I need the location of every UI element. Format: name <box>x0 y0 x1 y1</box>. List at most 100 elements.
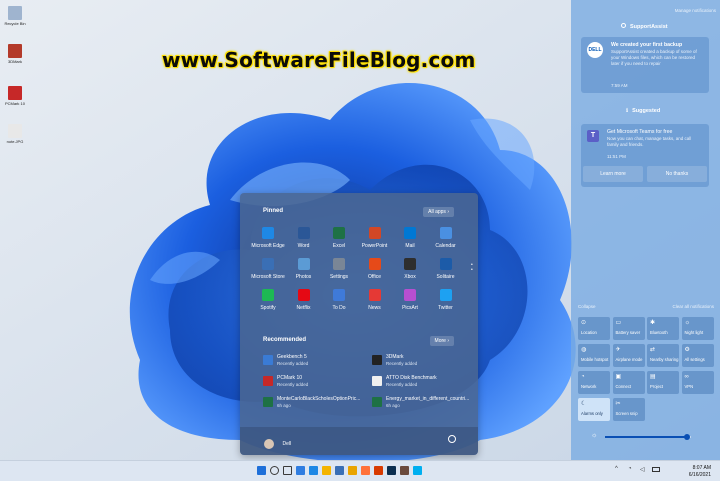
quick-setting-tile[interactable]: ⊙ Location <box>578 317 610 340</box>
clear-all-notifications-link[interactable]: Clear all notifications <box>672 304 714 309</box>
desktop-icon-label: PCMark 10 <box>4 101 25 106</box>
quick-setting-icon: ⇄ <box>650 347 656 353</box>
learn-more-button[interactable]: Learn more <box>583 166 643 182</box>
clock-time[interactable]: 8:07 AM <box>693 465 711 471</box>
recommended-item-name: PCMark 10 <box>277 375 303 381</box>
search-icon[interactable] <box>270 466 279 475</box>
file-icon <box>263 376 273 386</box>
recommended-item[interactable]: MonteCarloBlackScholesOptionPric... 6h ag… <box>263 395 375 411</box>
pinned-app[interactable]: Twitter <box>428 289 464 311</box>
page-dots-icon[interactable]: • • <box>471 263 473 273</box>
task-view-icon[interactable] <box>283 466 292 475</box>
quick-setting-tile[interactable]: ◍ Mobile hotspot <box>578 344 610 367</box>
brightness-slider-thumb[interactable] <box>683 434 690 440</box>
pinned-app[interactable]: Calendar <box>428 227 464 249</box>
learn-more-label: Learn more <box>600 171 626 177</box>
brightness-slider[interactable] <box>605 434 691 440</box>
pinned-app[interactable]: Photos <box>286 258 322 280</box>
firefox-icon[interactable] <box>361 466 370 475</box>
quick-setting-tile[interactable]: ▤ Project <box>647 371 679 394</box>
clock-date[interactable]: 6/16/2021 <box>689 472 711 478</box>
supportassist-header: SupportAssist <box>621 23 668 30</box>
pinned-app[interactable]: Microsoft Store <box>250 258 286 280</box>
tray-chevron-icon[interactable]: ^ <box>615 466 618 472</box>
pinned-app[interactable]: PicsArt <box>392 289 428 311</box>
explorer-icon[interactable] <box>322 466 331 475</box>
quick-setting-tile[interactable]: ☼ Night light <box>681 317 714 340</box>
battery-icon[interactable] <box>652 467 660 472</box>
quick-setting-icon: ▣ <box>615 374 622 380</box>
desktop-icon[interactable]: Recycle Bin <box>2 6 28 26</box>
watermark: www.SoftwareFileBlog.com <box>162 48 476 72</box>
quick-setting-tile[interactable]: ◔ Network <box>578 371 610 394</box>
mail-icon[interactable] <box>400 466 409 475</box>
recommended-item[interactable]: Geekbench 5 Recently added <box>263 353 375 369</box>
quick-setting-label: Mobile hotspot <box>581 357 609 362</box>
volume-icon[interactable]: ◁ <box>640 466 645 473</box>
start-icon[interactable] <box>257 466 266 475</box>
file-icon <box>372 376 382 386</box>
action-center: Manage notifications SupportAssist DELL … <box>571 0 720 460</box>
store-icon[interactable] <box>335 466 344 475</box>
pinned-app[interactable]: PowerPoint <box>357 227 393 249</box>
edge-icon[interactable] <box>309 466 318 475</box>
no-thanks-button[interactable]: No thanks <box>647 166 707 182</box>
desktop-icon[interactable]: PCMark 10 <box>2 86 28 106</box>
manage-notifications-link[interactable]: Manage notifications <box>675 8 716 13</box>
pinned-app[interactable]: To Do <box>321 289 357 311</box>
pinned-app[interactable]: Spotify <box>250 289 286 311</box>
quick-setting-tile[interactable]: ✱ Bluetooth <box>647 317 679 340</box>
notification-body: Now you can chat, manage tasks, and call… <box>607 136 692 147</box>
network-icon[interactable]: ◔ <box>628 466 632 472</box>
quick-setting-tile[interactable]: ∞ VPN <box>681 371 714 394</box>
app-label: Office <box>368 274 381 280</box>
desktop-icon-image <box>8 6 22 20</box>
chrome-icon[interactable] <box>348 466 357 475</box>
recommended-item[interactable]: PCMark 10 Recently added <box>263 374 375 390</box>
pinned-app[interactable]: Word <box>286 227 322 249</box>
user-button[interactable]: Dell <box>264 435 291 453</box>
quick-setting-tile[interactable]: ▣ Connect <box>612 371 645 394</box>
desktop-icon[interactable]: 3DMark <box>2 44 28 64</box>
photoshop-icon[interactable] <box>387 466 396 475</box>
desktop-icon[interactable]: note.JPG <box>2 124 28 144</box>
pinned-app[interactable]: Xbox <box>392 258 428 280</box>
quick-setting-tile[interactable]: ☾ Alarms only <box>578 398 610 421</box>
recommended-item[interactable]: ATTO Disk Benchmark Recently added <box>372 374 484 390</box>
quick-setting-label: Night light <box>684 330 704 335</box>
quick-setting-tile[interactable]: ▭ Battery saver <box>612 317 645 340</box>
quick-setting-label: Airplane mode <box>615 357 643 362</box>
recommended-item-subtitle: Recently added <box>277 382 309 387</box>
file-icon <box>372 397 382 407</box>
office-icon[interactable] <box>374 466 383 475</box>
pinned-app[interactable]: Microsoft Edge <box>250 227 286 249</box>
all-apps-button[interactable]: All apps › <box>423 207 454 217</box>
recommended-item[interactable]: Energy_market_in_different_countri... 6h … <box>372 395 484 411</box>
skype-icon[interactable] <box>413 466 422 475</box>
quick-setting-tile[interactable]: ⚙ All settings <box>681 344 714 367</box>
pinned-app[interactable]: Office <box>357 258 393 280</box>
pinned-app[interactable]: Mail <box>392 227 428 249</box>
more-button[interactable]: More › <box>429 336 454 346</box>
quick-setting-tile[interactable]: ✈ Airplane mode <box>612 344 645 367</box>
pinned-app[interactable]: Settings <box>321 258 357 280</box>
desktop-icon-image <box>8 44 22 58</box>
quick-setting-tile[interactable]: ✂ Screen snip <box>612 398 645 421</box>
app-icon <box>262 258 274 270</box>
app-label: Solitaire <box>436 274 455 280</box>
pinned-app[interactable]: News <box>357 289 393 311</box>
widgets-icon[interactable] <box>296 466 305 475</box>
notification-teams[interactable]: T Get Microsoft Teams for free Now you c… <box>581 124 709 187</box>
recommended-item[interactable]: 3DMark Recently added <box>372 353 484 369</box>
file-icon <box>263 397 273 407</box>
desktop-icon-image <box>8 86 22 100</box>
pinned-app[interactable]: Netflix <box>286 289 322 311</box>
quick-setting-tile[interactable]: ⇄ Nearby sharing <box>647 344 679 367</box>
pinned-app[interactable]: Solitaire <box>428 258 464 280</box>
app-icon <box>368 289 381 301</box>
power-icon[interactable] <box>448 435 456 443</box>
collapse-link[interactable]: Collapse <box>578 304 596 309</box>
pinned-app[interactable]: Excel <box>321 227 357 249</box>
recommended-item-subtitle: Recently added <box>277 361 309 366</box>
notification-supportassist[interactable]: DELL We created your first backup Suppor… <box>581 37 709 93</box>
